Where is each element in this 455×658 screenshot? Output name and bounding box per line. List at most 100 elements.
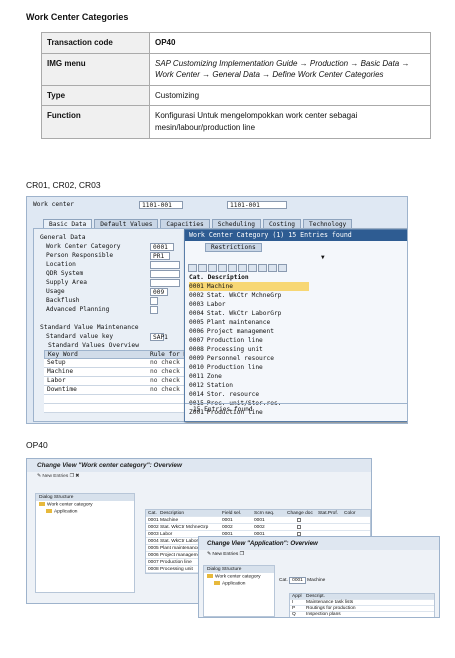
category-field-row: Cat. 0001 Machine xyxy=(279,577,325,584)
list-item[interactable]: 0010 Production line xyxy=(189,363,309,372)
list-item[interactable]: 0005 Plant maintenance xyxy=(189,318,309,327)
list-item[interactable]: 0006 Project management xyxy=(189,327,309,336)
entry-cat: 0003 xyxy=(189,301,204,308)
filter-icon[interactable] xyxy=(208,264,217,272)
entry-cat: 0010 xyxy=(189,364,204,371)
table-cell: I xyxy=(292,600,294,605)
list-item[interactable]: 0009 Personnel resource xyxy=(189,354,309,363)
copy-icon[interactable]: ❐ xyxy=(240,552,244,557)
list-item[interactable]: 0001 Machine xyxy=(189,282,309,291)
op40-application-screenshot: Change View "Application": Overview ✎ Ne… xyxy=(198,536,440,618)
close-icon[interactable] xyxy=(198,264,207,272)
popup-toolbar xyxy=(188,264,287,272)
table-row: Function Konfigurasi Untuk mengelompokka… xyxy=(41,105,431,139)
field-label: Work Center Category xyxy=(46,243,121,250)
check-icon[interactable] xyxy=(188,264,197,272)
dialog-structure-tree: Dialog Structure Work center category Ap… xyxy=(203,565,275,617)
entry-description: Production line xyxy=(206,337,263,344)
table-cell: 0002 xyxy=(222,525,233,530)
list-item[interactable]: 0004 Stat. WkCtr LaborGrp xyxy=(189,309,309,318)
popup-footer: 15 Entries found xyxy=(185,403,407,415)
table-row[interactable]: 0002 Stat. WkCtr MchneGrp 0002 0002 xyxy=(146,524,370,531)
row-rule: no check xyxy=(150,359,180,366)
entry-cat: 0008 xyxy=(189,346,204,353)
folder-icon xyxy=(214,581,220,586)
tree-item-work-center-category[interactable]: Work center category xyxy=(36,501,134,508)
search-icon[interactable] xyxy=(228,264,237,272)
table-cell: Production line xyxy=(160,560,192,565)
chevron-down-icon[interactable]: ▼ xyxy=(321,254,325,261)
row-rule: no check xyxy=(150,386,180,393)
category-input[interactable]: 0001 xyxy=(150,243,174,251)
backflush-checkbox[interactable] xyxy=(150,297,158,305)
table-row[interactable]: 0001 Machine 0001 0001 xyxy=(146,517,370,524)
pencil-icon[interactable]: ✎ xyxy=(37,474,41,479)
change-doc-checkbox[interactable] xyxy=(297,518,301,522)
table-cell: 0001 xyxy=(148,518,159,523)
settings-icon[interactable] xyxy=(268,264,277,272)
change-doc-checkbox[interactable] xyxy=(297,525,301,529)
list-item[interactable]: 0011 Zone xyxy=(189,372,309,381)
table-row[interactable]: Q Inspection plans xyxy=(290,612,434,617)
entry-description: Production line xyxy=(206,364,263,371)
entry-cat: 0011 xyxy=(189,373,204,380)
pencil-icon[interactable]: ✎ xyxy=(207,552,211,557)
row-value: SAP Customizing Implementation Guide → P… xyxy=(149,52,431,86)
section-standard-value-maintenance: Standard Value Maintenance xyxy=(40,324,139,331)
work-center-field-2[interactable]: 1101-001 xyxy=(227,201,287,209)
list-item[interactable]: 0008 Processing unit xyxy=(189,345,309,354)
table-cell: 0008 xyxy=(148,567,159,572)
table-cell: Processing unit xyxy=(160,567,193,572)
tree-item-application[interactable]: Application xyxy=(36,508,134,515)
toolbar: ✎ New Entries ❐ ✖ xyxy=(27,472,371,481)
export-icon[interactable] xyxy=(248,264,257,272)
new-entries-button[interactable]: New Entries xyxy=(42,474,68,479)
col-cat: Cat. xyxy=(189,274,204,281)
print-icon[interactable] xyxy=(258,264,267,272)
table-cell: Labor xyxy=(160,532,173,537)
copy-icon[interactable]: ❐ xyxy=(70,474,74,479)
supply-area-input[interactable] xyxy=(150,279,180,287)
entry-description: Plant maintenance xyxy=(206,319,271,326)
table-cell: 0001 xyxy=(254,518,265,523)
list-item[interactable]: 0002 Stat. WkCtr MchneGrp xyxy=(189,291,309,300)
application-table: Appl Descript. I Maintenance task lists P Ro… xyxy=(289,593,435,617)
list-item[interactable]: 0007 Production line xyxy=(189,336,309,345)
standard-value-key-input[interactable]: SAP1 xyxy=(150,333,168,341)
entry-cat: 0007 xyxy=(189,337,204,344)
list-item[interactable]: 0014 Stor. resource xyxy=(189,390,309,399)
row-key-word: Setup xyxy=(47,359,66,366)
table-cell: 0005 xyxy=(148,546,159,551)
caption-op40: OP40 xyxy=(26,440,48,450)
section-general-data: General Data xyxy=(40,234,86,241)
entry-cat: 0001 xyxy=(189,283,204,290)
person-input[interactable]: PR1 xyxy=(150,252,170,260)
usage-input[interactable]: 009 xyxy=(150,288,168,296)
category-field[interactable]: 0001 xyxy=(289,577,306,584)
list-item[interactable]: 0012 Station xyxy=(189,381,309,390)
folder-icon xyxy=(46,509,52,514)
find-next-icon[interactable] xyxy=(238,264,247,272)
list-header: Cat. Description xyxy=(189,274,309,282)
tree-item-work-center-category[interactable]: Work center category xyxy=(204,573,274,580)
table-cell: P xyxy=(292,606,296,611)
entry-description: Labor xyxy=(206,301,226,308)
layout-icon[interactable] xyxy=(278,264,287,272)
work-center-field[interactable]: 1101-001 xyxy=(139,201,183,209)
advanced-planning-checkbox[interactable] xyxy=(150,306,158,314)
list-item[interactable]: 0003 Labor xyxy=(189,300,309,309)
entry-cat: 0002 xyxy=(189,292,204,299)
entry-description: Project management xyxy=(206,328,274,335)
tab-restrictions[interactable]: Restrictions xyxy=(205,243,262,252)
field-row: Standard value key SAP1 xyxy=(46,333,168,341)
delete-icon[interactable]: ✖ xyxy=(75,474,79,479)
qdr-input[interactable] xyxy=(150,270,180,278)
folder-icon xyxy=(39,502,45,506)
tree-item-application[interactable]: Application xyxy=(204,580,274,587)
sort-icon[interactable] xyxy=(218,264,227,272)
new-entries-button[interactable]: New Entries xyxy=(212,552,238,557)
field-label: Location xyxy=(46,261,76,268)
table-cell: 0002 xyxy=(254,525,265,530)
field-row: Advanced Planning xyxy=(46,306,158,314)
location-input[interactable] xyxy=(150,261,180,269)
